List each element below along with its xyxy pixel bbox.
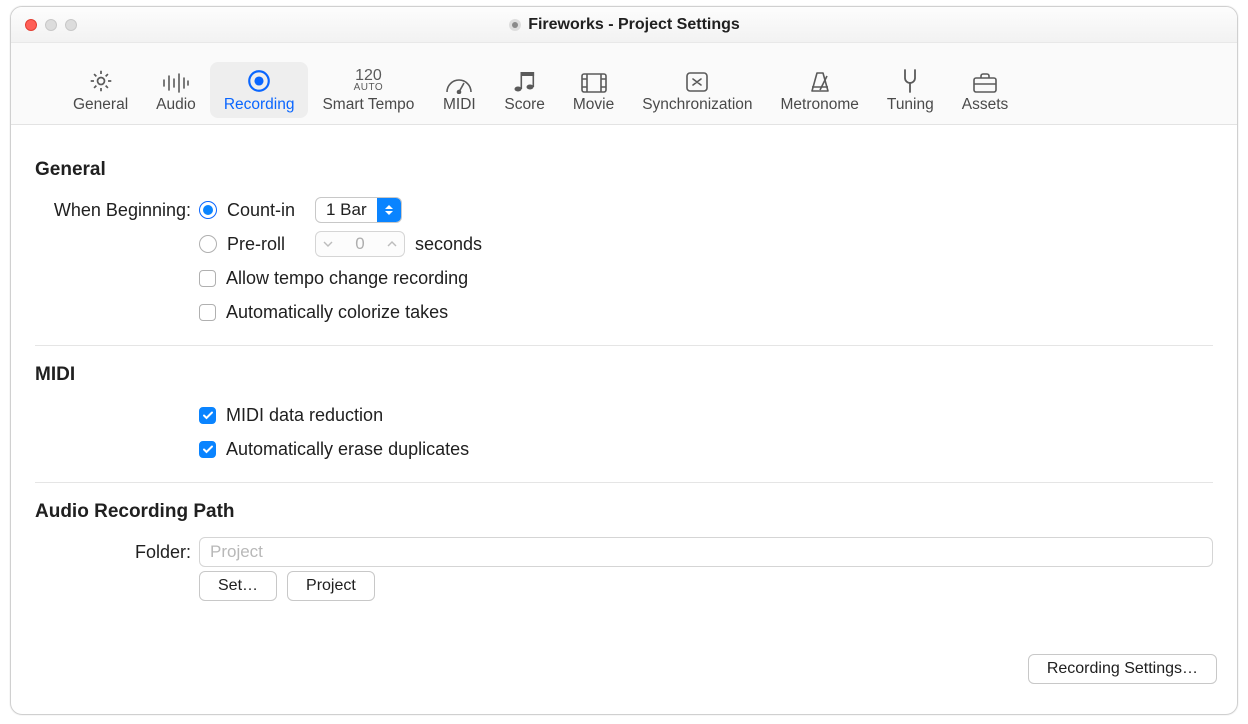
divider — [35, 345, 1213, 346]
count-in-label: Count-in — [227, 200, 305, 221]
auto-colorize-label: Automatically colorize takes — [226, 302, 448, 323]
count-in-popup[interactable]: 1 Bar — [315, 197, 402, 223]
tab-metronome[interactable]: Metronome — [767, 62, 873, 118]
score-notes-icon — [508, 68, 542, 94]
popup-arrows-icon — [377, 198, 401, 222]
zoom-window-button[interactable] — [65, 19, 77, 31]
radio-pre-roll[interactable] — [199, 235, 217, 253]
record-icon — [242, 68, 276, 94]
folder-label: Folder: — [35, 542, 199, 563]
tab-smart-tempo[interactable]: 120 AUTO Smart Tempo — [308, 62, 428, 118]
allow-tempo-label: Allow tempo change recording — [226, 268, 468, 289]
section-title-general: General — [35, 159, 1213, 181]
movie-icon — [577, 68, 611, 94]
tempo-auto-label: AUTO — [354, 83, 384, 93]
tab-label: Recording — [224, 96, 295, 114]
toolbar: General Audio Recording 120 AUTO Smart T… — [11, 43, 1237, 125]
metronome-icon — [803, 68, 837, 94]
tab-movie[interactable]: Movie — [559, 62, 628, 118]
gear-icon — [84, 68, 118, 94]
tab-label: Audio — [156, 96, 196, 114]
count-in-value: 1 Bar — [316, 200, 377, 220]
checkbox-erase-duplicates[interactable] — [199, 441, 216, 458]
midi-gauge-icon — [442, 68, 476, 94]
set-folder-button[interactable]: Set… — [199, 571, 277, 601]
audio-wave-icon — [159, 68, 193, 94]
pre-roll-unit: seconds — [415, 234, 482, 255]
tab-midi[interactable]: MIDI — [428, 62, 490, 118]
tab-label: Smart Tempo — [322, 96, 414, 114]
tab-label: Tuning — [887, 96, 934, 114]
erase-duplicates-label: Automatically erase duplicates — [226, 439, 469, 460]
checkbox-midi-data-reduction[interactable] — [199, 407, 216, 424]
tempo-number: 120 — [355, 69, 382, 83]
tab-assets[interactable]: Assets — [948, 62, 1023, 118]
tab-label: Movie — [573, 96, 614, 114]
section-title-midi: MIDI — [35, 364, 1213, 386]
pre-roll-value: 0 — [340, 234, 380, 254]
briefcase-icon — [968, 68, 1002, 94]
smart-tempo-icon: 120 AUTO — [354, 68, 384, 94]
content-area: General When Beginning: Count-in 1 Bar P… — [11, 125, 1237, 714]
project-folder-button[interactable]: Project — [287, 571, 375, 601]
traffic-lights — [25, 19, 77, 31]
window-title: Fireworks - Project Settings — [508, 16, 740, 34]
window-title-text: Fireworks - Project Settings — [528, 16, 740, 34]
tab-general[interactable]: General — [59, 62, 142, 118]
folder-value: Project — [210, 542, 263, 562]
minimize-window-button[interactable] — [45, 19, 57, 31]
tab-label: Metronome — [781, 96, 859, 114]
checkbox-auto-colorize[interactable] — [199, 304, 216, 321]
pre-roll-stepper[interactable]: 0 — [315, 231, 405, 257]
recording-settings-button[interactable]: Recording Settings… — [1028, 654, 1217, 684]
tab-label: Synchronization — [642, 96, 752, 114]
tab-synchronization[interactable]: Synchronization — [628, 62, 766, 118]
checkbox-allow-tempo[interactable] — [199, 270, 216, 287]
when-beginning-label: When Beginning: — [35, 200, 199, 221]
tab-tuning[interactable]: Tuning — [873, 62, 948, 118]
midi-data-reduction-label: MIDI data reduction — [226, 405, 383, 426]
project-settings-window: Fireworks - Project Settings General Aud… — [10, 6, 1238, 715]
tab-label: Assets — [962, 96, 1009, 114]
stepper-up-button[interactable] — [380, 232, 404, 256]
tuning-fork-icon — [893, 68, 927, 94]
tab-label: Score — [504, 96, 545, 114]
tab-label: MIDI — [443, 96, 476, 114]
radio-count-in[interactable] — [199, 201, 217, 219]
tab-score[interactable]: Score — [490, 62, 559, 118]
stepper-down-button[interactable] — [316, 232, 340, 256]
titlebar: Fireworks - Project Settings — [11, 7, 1237, 43]
section-title-audio-path: Audio Recording Path — [35, 501, 1213, 523]
pre-roll-label: Pre-roll — [227, 234, 305, 255]
app-icon — [508, 18, 522, 32]
tab-recording[interactable]: Recording — [210, 62, 309, 118]
tab-audio[interactable]: Audio — [142, 62, 210, 118]
divider — [35, 482, 1213, 483]
close-window-button[interactable] — [25, 19, 37, 31]
folder-field[interactable]: Project — [199, 537, 1213, 567]
sync-icon — [680, 68, 714, 94]
tab-label: General — [73, 96, 128, 114]
